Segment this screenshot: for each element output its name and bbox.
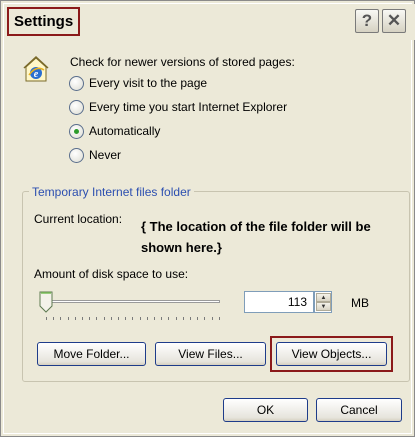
temp-files-legend: Temporary Internet files folder	[29, 185, 194, 199]
disk-space-spinner[interactable]: ▲ ▼	[314, 291, 332, 313]
move-folder-button[interactable]: Move Folder...	[37, 342, 146, 366]
view-objects-button[interactable]: View Objects...	[276, 342, 387, 366]
radio-button[interactable]	[69, 75, 84, 91]
title-highlight: Settings	[7, 7, 80, 36]
check-newer-label: Check for newer versions of stored pages…	[70, 55, 295, 69]
help-icon: ?	[361, 11, 373, 30]
cancel-button[interactable]: Cancel	[316, 398, 402, 422]
help-button[interactable]: ?	[355, 9, 379, 33]
radio-every-visit[interactable]: Every visit to the page	[69, 74, 207, 92]
ok-button[interactable]: OK	[223, 398, 308, 422]
radio-automatically[interactable]: Automatically	[69, 122, 160, 140]
radio-button[interactable]	[69, 99, 84, 115]
radio-label[interactable]: Never	[89, 148, 121, 162]
disk-space-slider-track[interactable]	[40, 300, 220, 303]
settings-dialog: Settings ? ✕ e Check for newer versions …	[0, 0, 415, 437]
disk-space-label: Amount of disk space to use:	[34, 267, 189, 281]
disk-space-input[interactable]: 113	[244, 291, 314, 313]
title-bar[interactable]: Settings ? ✕	[4, 4, 415, 40]
radio-label[interactable]: Every visit to the page	[89, 76, 207, 90]
dialog-title: Settings	[14, 13, 74, 30]
dialog-body: Settings ? ✕ e Check for newer versions …	[3, 3, 415, 434]
spin-down-arrow-icon[interactable]: ▼	[316, 302, 331, 311]
radio-label[interactable]: Automatically	[89, 124, 160, 138]
spin-up-arrow-icon[interactable]: ▲	[316, 293, 331, 302]
svg-text:e: e	[34, 69, 39, 80]
close-icon: ✕	[386, 11, 402, 30]
current-location-value: { The location of the file folder will b…	[141, 219, 371, 255]
close-button[interactable]: ✕	[382, 9, 406, 33]
current-location-label: Current location:	[34, 212, 123, 226]
radio-button[interactable]	[69, 147, 84, 163]
radio-label[interactable]: Every time you start Internet Explorer	[89, 100, 287, 114]
disk-space-slider-thumb[interactable]	[39, 291, 53, 313]
view-files-button[interactable]: View Files...	[155, 342, 266, 366]
radio-every-start[interactable]: Every time you start Internet Explorer	[69, 98, 287, 116]
radio-button-selected[interactable]	[69, 123, 84, 139]
unit-label: MB	[351, 296, 369, 310]
internet-explorer-page-icon: e	[23, 55, 49, 82]
radio-never[interactable]: Never	[69, 146, 121, 164]
slider-ticks	[46, 317, 220, 321]
